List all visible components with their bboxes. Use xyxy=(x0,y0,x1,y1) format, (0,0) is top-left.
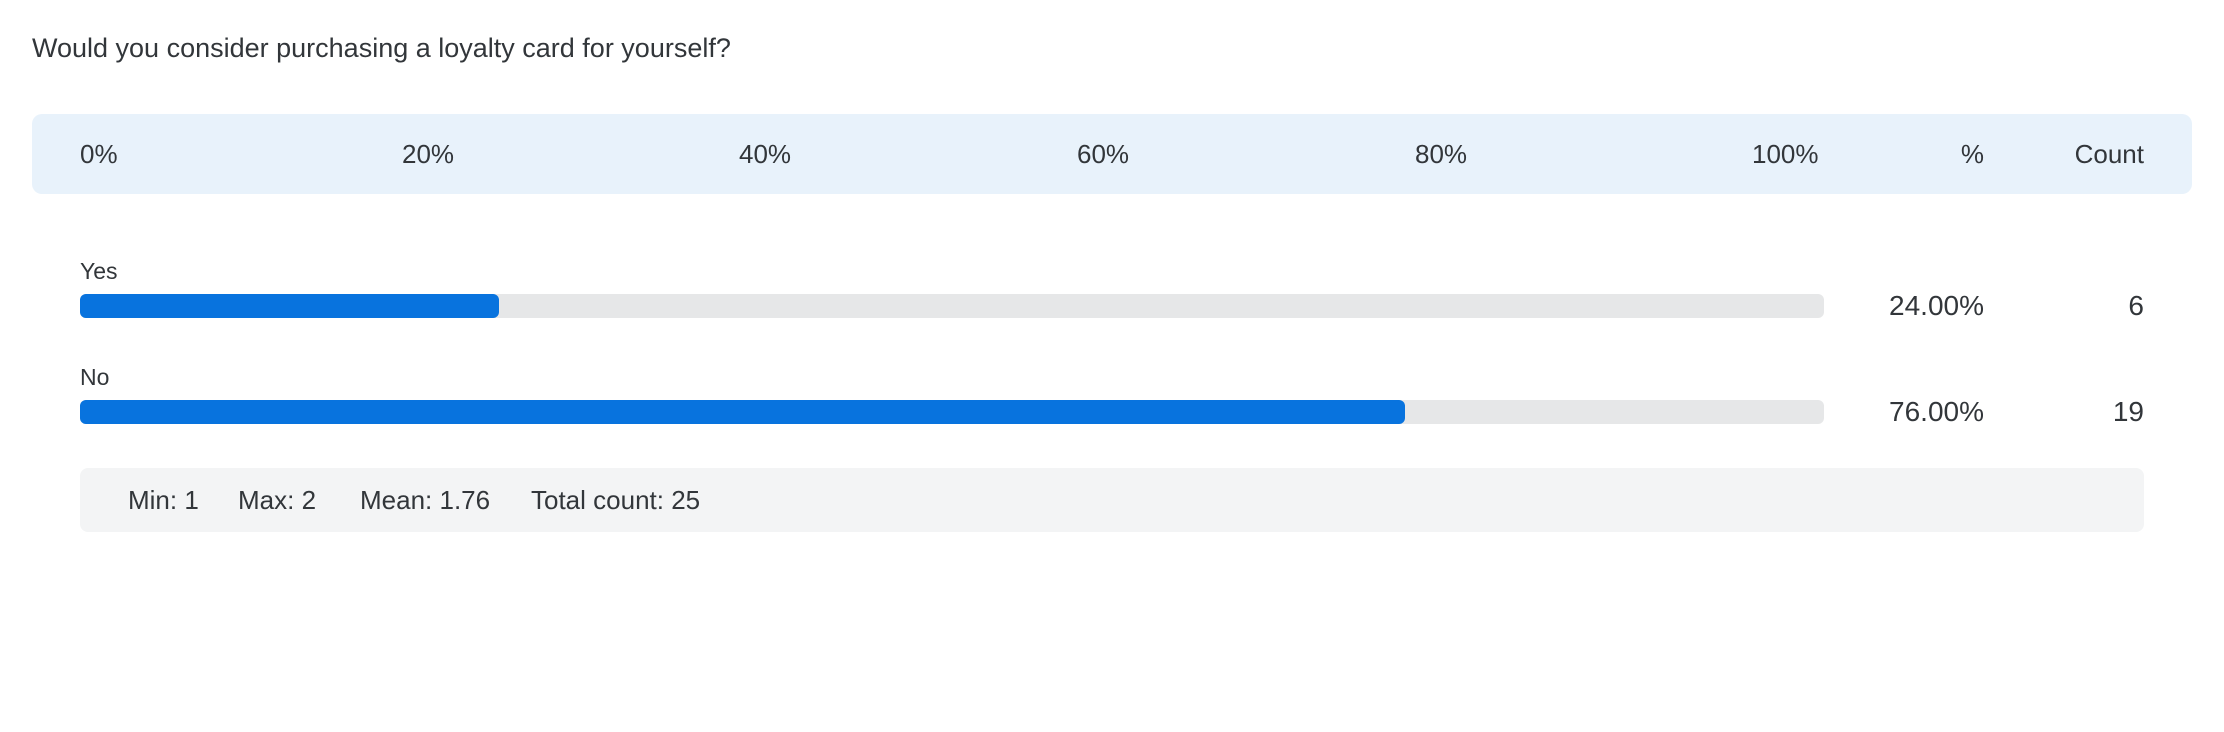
bar-track xyxy=(80,400,1824,424)
bar-count-value: 19 xyxy=(2112,396,2144,427)
x-tick-label: 40% xyxy=(739,139,792,169)
count-column-header: Count xyxy=(2074,139,2144,169)
chart-header: 0% 20% 40% 60% 80% 100% % Count xyxy=(32,114,2192,194)
bar-track xyxy=(80,294,1824,318)
bar-count-value: 6 xyxy=(2128,290,2144,321)
x-tick-label: 0% xyxy=(80,139,118,169)
x-tick-label: 20% xyxy=(402,139,455,169)
stat-total-count: Total count: 25 xyxy=(531,485,701,515)
x-tick-label: 100% xyxy=(1752,139,1819,169)
bar-percent-value: 24.00% xyxy=(1889,290,1984,321)
bar-label: No xyxy=(80,364,110,390)
question-title: Would you consider purchasing a loyalty … xyxy=(32,33,731,63)
stat-min: Min: 1 xyxy=(128,485,199,515)
bar-label: Yes xyxy=(80,258,118,284)
summary-stats: Min: 1 Max: 2 Mean: 1.76 Total count: 25 xyxy=(80,468,2144,532)
stat-max: Max: 2 xyxy=(238,485,317,515)
bar xyxy=(80,294,499,318)
percent-column-header: % xyxy=(1960,139,1984,169)
bar-percent-value: 76.00% xyxy=(1889,396,1984,427)
x-tick-label: 80% xyxy=(1415,139,1468,169)
x-tick-label: 60% xyxy=(1077,139,1130,169)
stat-mean: Mean: 1.76 xyxy=(360,485,491,515)
bar xyxy=(80,400,1406,424)
